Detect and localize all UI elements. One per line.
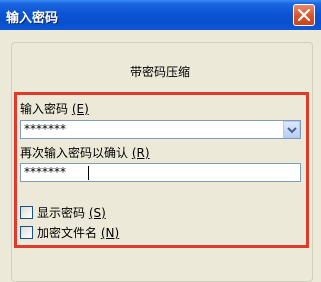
confirm-label: 再次输入密码以确认 (R) <box>20 144 150 161</box>
show-password-accelerator: (S) <box>88 206 106 220</box>
window-title: 输入密码 <box>6 11 59 26</box>
password-dialog: 输入密码 带密码压缩 输入密码 (E) ******* 再次输入密码以确认 (R… <box>0 0 321 282</box>
show-password-text: 显示密码 <box>37 206 86 220</box>
password-value: ******* <box>24 122 66 136</box>
confirm-accelerator: (R) <box>131 146 150 160</box>
show-password-checkbox[interactable] <box>20 206 33 219</box>
close-button[interactable] <box>293 4 315 26</box>
close-icon <box>298 9 310 21</box>
confirm-label-text: 再次输入密码以确认 <box>20 146 129 160</box>
encrypt-filenames-accelerator: (N) <box>100 226 120 240</box>
chevron-down-icon <box>287 127 297 134</box>
password-dropdown-button[interactable] <box>283 121 300 138</box>
title-bar[interactable]: 输入密码 <box>0 0 321 30</box>
password-accelerator: (E) <box>71 102 89 116</box>
confirm-value: ******* <box>24 165 66 179</box>
encrypt-filenames-text: 加密文件名 <box>37 226 98 240</box>
dialog-heading: 带密码压缩 <box>129 65 190 79</box>
text-caret <box>88 166 89 180</box>
encrypt-filenames-checkbox[interactable] <box>20 226 33 239</box>
show-password-label[interactable]: 显示密码 (S) <box>37 204 106 221</box>
confirm-password-field[interactable]: ******* <box>20 163 301 182</box>
password-label-text: 输入密码 <box>20 102 69 116</box>
password-combobox[interactable]: ******* <box>20 120 301 139</box>
password-label: 输入密码 (E) <box>20 100 89 117</box>
encrypt-filenames-label[interactable]: 加密文件名 (N) <box>37 224 119 241</box>
